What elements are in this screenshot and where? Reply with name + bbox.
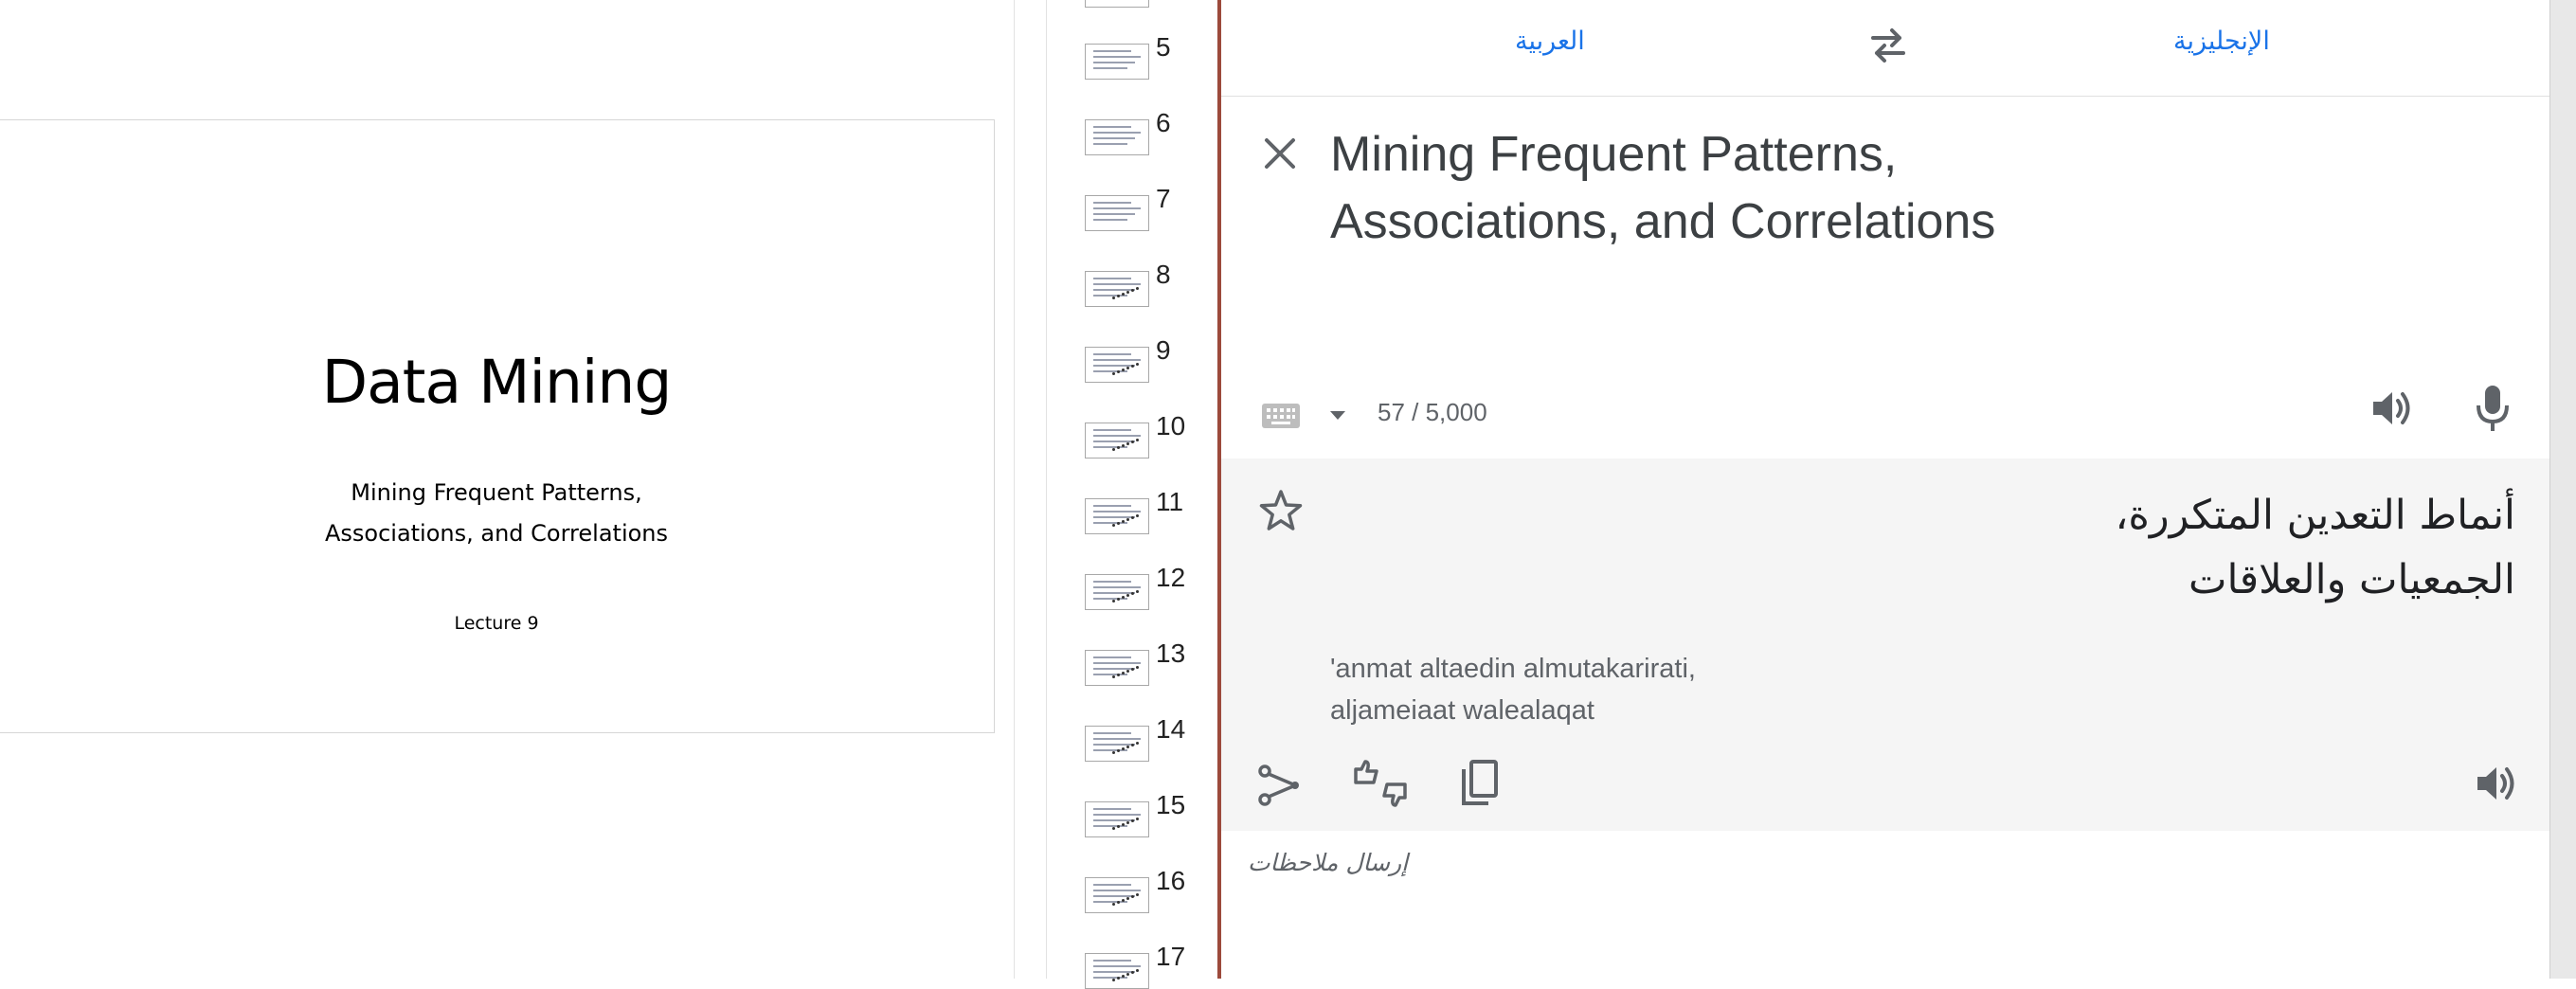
slide-title[interactable]: Data Mining (0, 348, 994, 417)
slide-editor: Data Mining Mining Frequent Patterns, As… (0, 0, 1014, 979)
slide-thumbnail[interactable] (1085, 347, 1149, 383)
slide-thumbnail[interactable] (1085, 0, 1149, 8)
slide-footer[interactable]: Lecture 9 (0, 613, 994, 634)
translation-line: الجمعيات والعلاقات (2189, 556, 2515, 603)
translation-text[interactable]: أنماط التعدين المتكررة، الجمعيات والعلاق… (1378, 483, 2515, 612)
slide-number: 8 (1156, 260, 1171, 289)
slide-thumbnail[interactable] (1085, 574, 1149, 610)
slide-thumbnail[interactable] (1085, 650, 1149, 686)
editor-scrollbar[interactable] (1014, 0, 1047, 979)
source-text-input[interactable]: Mining Frequent Patterns, Associations, … (1330, 121, 2467, 256)
send-feedback-link[interactable]: إرسال ملاحظات (1248, 849, 1408, 876)
slide-number: 9 (1156, 335, 1171, 365)
speaker-icon[interactable] (2472, 760, 2519, 807)
microphone-icon[interactable] (2474, 383, 2512, 434)
chevron-down-icon[interactable] (1327, 405, 1348, 424)
target-language-button[interactable]: العربية (1515, 27, 1585, 56)
romanization-line: 'anmat altaedin almutakarirati, (1330, 654, 1696, 684)
slide-number: 5 (1156, 32, 1171, 62)
slide-thumbnail[interactable] (1085, 271, 1149, 307)
keyboard-icon[interactable] (1261, 402, 1301, 430)
slide-number: 12 (1156, 563, 1186, 592)
slide-thumbnail[interactable] (1085, 498, 1149, 534)
translation-line: أنماط التعدين المتكررة، (2115, 492, 2515, 539)
share-icon[interactable] (1257, 758, 1303, 809)
slide-subtitle-line: Mining Frequent Patterns, (351, 479, 642, 506)
rate-icon[interactable] (1352, 758, 1409, 809)
character-count: 57 / 5,000 (1378, 398, 1487, 426)
source-text-line: Mining Frequent Patterns, (1330, 127, 1898, 182)
romanization-text: 'anmat altaedin almutakarirati, aljameia… (1330, 648, 1696, 731)
slide-thumbnail[interactable] (1085, 195, 1149, 231)
slide-canvas[interactable]: Data Mining Mining Frequent Patterns, As… (0, 119, 995, 733)
window-scrollbar[interactable] (2549, 0, 2576, 979)
swap-icon[interactable] (1865, 25, 1911, 66)
slide-number: 13 (1156, 638, 1186, 668)
slide-number: 6 (1156, 108, 1171, 137)
star-icon[interactable] (1257, 487, 1305, 534)
slide-thumbnail[interactable] (1085, 44, 1149, 80)
language-bar: العربية الإنجليزية (1221, 0, 2549, 97)
slide-number: 17 (1156, 942, 1186, 971)
slide-number: 7 (1156, 184, 1171, 213)
translation-output: أنماط التعدين المتكررة، الجمعيات والعلاق… (1221, 459, 2549, 831)
slide-thumbnail[interactable] (1085, 877, 1149, 913)
romanization-line: aljameiaat walealaqat (1330, 695, 1594, 726)
slide-number: 16 (1156, 866, 1186, 895)
source-text-line: Associations, and Correlations (1330, 194, 1996, 249)
slide-thumbnail[interactable] (1085, 801, 1149, 837)
slide-thumbnail[interactable] (1085, 726, 1149, 762)
slide-thumbnail[interactable] (1085, 423, 1149, 459)
source-language-button[interactable]: الإنجليزية (2173, 27, 2270, 56)
copy-icon[interactable] (1458, 758, 1502, 809)
slide-number: 11 (1156, 487, 1184, 516)
close-icon[interactable] (1259, 133, 1301, 174)
slide-number: 15 (1156, 790, 1186, 819)
slide-thumbnail[interactable] (1085, 953, 1149, 989)
slide-subtitle-line: Associations, and Correlations (324, 520, 669, 547)
speaker-icon[interactable] (2368, 385, 2415, 432)
slide-subtitle[interactable]: Mining Frequent Patterns, Associations, … (0, 473, 994, 554)
slide-thumbnail-pane[interactable]: 5 6 7 8 9 10 11 12 13 14 15 16 17 (1047, 0, 1217, 989)
translate-panel: العربية الإنجليزية Mining Frequent Patte… (1221, 0, 2549, 979)
slide-number: 10 (1156, 411, 1186, 441)
slide-number: 14 (1156, 714, 1186, 744)
slide-thumbnail[interactable] (1085, 119, 1149, 155)
